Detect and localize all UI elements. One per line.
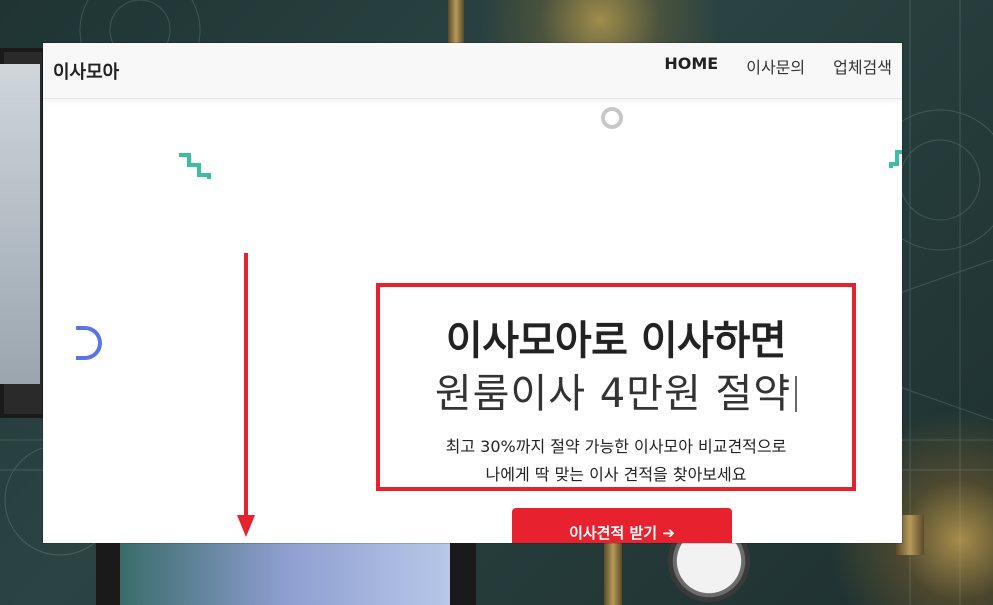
browser-window: 이사모아 HOME 이사문의 업체검색 이사모아로 이사하면 원룸이사 4만원 … xyxy=(43,43,902,543)
brand-logo[interactable]: 이사모아 xyxy=(53,58,119,84)
decorative-zigzag-icon xyxy=(889,150,902,168)
hero-subtitle: 원룸이사 4만원 절약 xyxy=(376,361,856,419)
get-quote-button[interactable]: 이사견적 받기 ➔ xyxy=(512,508,732,543)
hero-desc-line1: 최고 30%까지 절약 가능한 이사모아 비교견적으로 xyxy=(445,437,787,456)
navbar: 이사모아 HOME 이사문의 업체검색 xyxy=(43,43,902,99)
nav-menu: HOME 이사문의 업체검색 xyxy=(664,54,892,78)
typing-caret xyxy=(795,376,798,412)
annotation-arrow-down-icon xyxy=(237,515,255,537)
hero-subtitle-text: 원룸이사 4만원 절약 xyxy=(434,371,792,417)
hero-title: 이사모아로 이사하면 xyxy=(445,318,787,364)
picture-frame-image xyxy=(120,543,450,605)
brass-pipe xyxy=(448,0,464,44)
nav-item-inquiry[interactable]: 이사문의 xyxy=(746,54,805,78)
brass-pipe xyxy=(604,543,622,605)
picture-frame-image xyxy=(0,64,40,384)
nav-item-company-search[interactable]: 업체검색 xyxy=(833,54,892,78)
hero-description: 최고 30%까지 절약 가능한 이사모아 비교견적으로 나에게 딱 맞는 이사 … xyxy=(376,433,856,489)
nav-item-home[interactable]: HOME xyxy=(664,54,718,78)
hero-desc-line2: 나에게 딱 맞는 이사 견적을 찾아보세요 xyxy=(485,465,747,484)
decorative-ring-icon xyxy=(601,107,623,129)
decorative-arc-icon xyxy=(76,326,102,360)
annotation-arrow-line xyxy=(244,253,248,521)
decorative-zigzag-icon xyxy=(179,153,211,179)
